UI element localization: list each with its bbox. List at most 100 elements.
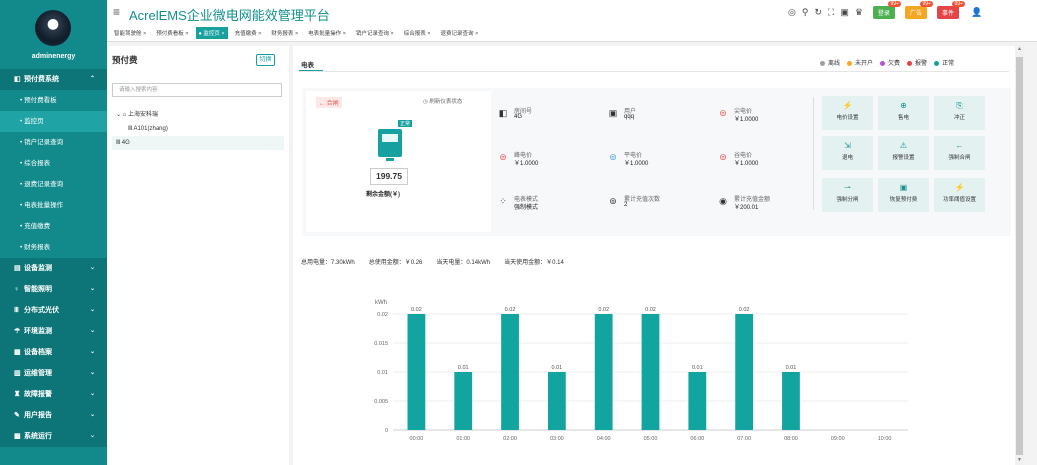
legend-item: 正常 — [934, 58, 954, 67]
event-badge[interactable]: 事件 99+ — [936, 1, 965, 19]
alarm-icon: ♜ — [14, 391, 21, 398]
close-icon[interactable]: × — [184, 31, 188, 37]
tab-3[interactable]: 充值缴费 × — [232, 27, 265, 39]
user-icon[interactable]: 👤 — [971, 7, 982, 18]
refresh-icon[interactable]: ↻ — [814, 7, 822, 18]
action-button-6[interactable]: ⇀ 强制分闸 — [822, 178, 873, 212]
close-icon[interactable]: × — [220, 31, 224, 37]
tree-node[interactable]: Ⅲ 4G — [112, 136, 284, 150]
sidebar-item-12[interactable]: ☂ 环境监测 ⌄ — [0, 321, 107, 342]
info-value: ￥1.0000 — [624, 161, 649, 167]
tab-label: 电表批量操作 — [308, 31, 342, 37]
action-button-7[interactable]: ▣ 恢复预付费 — [878, 178, 929, 212]
sidebar-item-17[interactable]: ▩ 系统运行 ⌄ — [0, 426, 107, 447]
data-label: 0.02 — [739, 307, 750, 313]
close-icon[interactable]: × — [257, 31, 261, 37]
sidebar-item-15[interactable]: ♜ 故障报警 ⌄ — [0, 384, 107, 405]
env-icon: ☂ — [14, 328, 21, 335]
action-button-3[interactable]: ⇲ 退电 — [822, 136, 873, 170]
sidebar-item-6[interactable]: • 电表批量操作 — [0, 195, 107, 216]
stat-value: ￥0.26 — [404, 260, 423, 266]
sidebar-item-4[interactable]: • 综合报表 — [0, 153, 107, 174]
close-icon[interactable]: × — [473, 31, 478, 37]
legend-item: 未开户 — [847, 58, 873, 67]
close-icon[interactable]: × — [426, 31, 430, 37]
price-icon: ⊜ — [609, 152, 617, 162]
sidebar-item-5[interactable]: • 退费记录查询 — [0, 174, 107, 195]
status-legend: 离线 未开户 欠费 报警 正常 — [820, 58, 954, 67]
menu-toggle-icon[interactable]: ≡ — [113, 5, 120, 19]
scrollbar-thumb[interactable] — [1016, 57, 1023, 455]
switch-status-tag: ← 合闸 — [316, 97, 342, 108]
ad-badge[interactable]: 广告 99+ — [904, 1, 933, 19]
action-icon: ⚠ — [899, 141, 908, 150]
tab-0[interactable]: 智能驾驶舱 × — [111, 27, 149, 39]
sidebar-item-13[interactable]: ▦ 设备档案 ⌄ — [0, 342, 107, 363]
theme-icon[interactable]: ♛ — [855, 7, 863, 18]
tab-5[interactable]: 电表批量操作 × — [305, 27, 349, 39]
search-input[interactable]: 请输入搜索内容 — [112, 83, 282, 97]
avatar[interactable] — [35, 10, 71, 46]
login-badge[interactable]: 登录 99+ — [872, 1, 901, 19]
fullscreen-icon[interactable]: ⛶ — [828, 7, 834, 18]
sidebar-item-0[interactable]: ◧ 预付费系统 ⌃ — [0, 69, 107, 90]
action-button-1[interactable]: ⊕ 售电 — [878, 96, 929, 130]
sidebar-item-label: 设备档案 — [24, 349, 52, 356]
x-tick-label: 09:00 — [831, 436, 845, 442]
action-button-0[interactable]: ⚡ 电价设置 — [822, 96, 873, 130]
sidebar-item-label: 监控页 — [24, 118, 44, 125]
sidebar-item-label: 设备监测 — [24, 265, 52, 272]
sidebar-item-8[interactable]: • 财务报表 — [0, 237, 107, 258]
stat-item: 当天使用金额：￥0.14 — [504, 257, 564, 266]
legend-item: 离线 — [820, 58, 840, 67]
sidebar-item-16[interactable]: ✎ 用户报告 ⌄ — [0, 405, 107, 426]
tab-2[interactable]: ● 监控页 × — [195, 27, 228, 39]
scroll-down-icon[interactable]: ▼ — [1017, 457, 1022, 463]
chevron-icon: ⌄ — [89, 265, 95, 271]
close-icon[interactable]: × — [142, 31, 146, 37]
close-icon[interactable]: × — [389, 31, 393, 37]
action-label: 功率阈值设置 — [942, 197, 976, 203]
tab-7[interactable]: 综合报表 × — [401, 27, 434, 39]
sidebar-item-11[interactable]: Ⅲ 分布式光伏 ⌄ — [0, 300, 107, 321]
tab-label: ● 监控页 — [198, 31, 220, 37]
sidebar-item-10[interactable]: ♀ 智能照明 ⌄ — [0, 279, 107, 300]
tab-4[interactable]: 财务报表 × — [268, 27, 301, 39]
status-dot-icon — [934, 60, 940, 66]
search-icon[interactable]: ⚲ — [802, 7, 809, 18]
price-icon: ⊜ — [719, 152, 727, 162]
switch-button[interactable]: 切换 — [256, 54, 275, 66]
tab-8[interactable]: 退费记录查询 × — [437, 27, 481, 39]
action-button-4[interactable]: ⚠ 报警设置 — [878, 136, 929, 170]
left-panel: 预付费 切换 请输入搜索内容 ⌄ ⌂ 上海安科瑞 Ⅲ A101(zhang) Ⅲ 4… — [107, 46, 289, 465]
refresh-status-button[interactable]: ◷ 刷新仪表状态 — [423, 97, 462, 105]
font-icon[interactable]: ▣ — [840, 7, 849, 18]
tab-meter[interactable]: 电表 — [301, 59, 314, 69]
sidebar-item-14[interactable]: ▥ 运维管理 ⌄ — [0, 363, 107, 384]
x-tick-label: 07:00 — [737, 436, 751, 442]
sidebar-item-3[interactable]: • 销户记录查询 — [0, 132, 107, 153]
close-icon[interactable]: × — [341, 31, 346, 37]
sidebar-item-1[interactable]: • 预付费看板 — [0, 90, 107, 111]
sidebar-item-9[interactable]: ▤ 设备监测 ⌄ — [0, 258, 107, 279]
action-button-8[interactable]: ⚡ 功率阈值设置 — [934, 178, 985, 212]
action-button-2[interactable]: ⎘ 冲正 — [934, 96, 985, 130]
help-icon[interactable]: ◎ — [788, 7, 796, 18]
action-button-5[interactable]: ← 强制合闸 — [934, 136, 985, 170]
close-icon[interactable]: × — [293, 31, 298, 37]
top-toolbar: ◎ ⚲ ↻ ⛶ ▣ ♛ 登录 99+ 广告 99+ 事件 99+ 👤 — [788, 1, 982, 19]
tree-node[interactable]: ⌄ ⌂ 上海安科瑞 — [112, 108, 284, 122]
tab-1[interactable]: 预付费看板 × — [153, 27, 191, 39]
data-label: 0.02 — [505, 307, 516, 313]
scroll-up-icon[interactable]: ▲ — [1017, 46, 1022, 52]
y-tick-label: 0.02 — [377, 312, 388, 318]
sidebar-item-2[interactable]: • 监控页 — [0, 111, 107, 132]
sidebar-item-7[interactable]: • 充值缴费 — [0, 216, 107, 237]
data-label: 0.01 — [552, 365, 563, 371]
bar — [594, 314, 613, 430]
chevron-icon: ⌄ — [89, 391, 95, 397]
stat-value: 0.14kWh — [466, 260, 491, 266]
action-icon: ⇲ — [844, 141, 851, 150]
tab-6[interactable]: 销户记录查询 × — [353, 27, 397, 39]
tree-node[interactable]: Ⅲ A101(zhang) — [112, 122, 284, 136]
